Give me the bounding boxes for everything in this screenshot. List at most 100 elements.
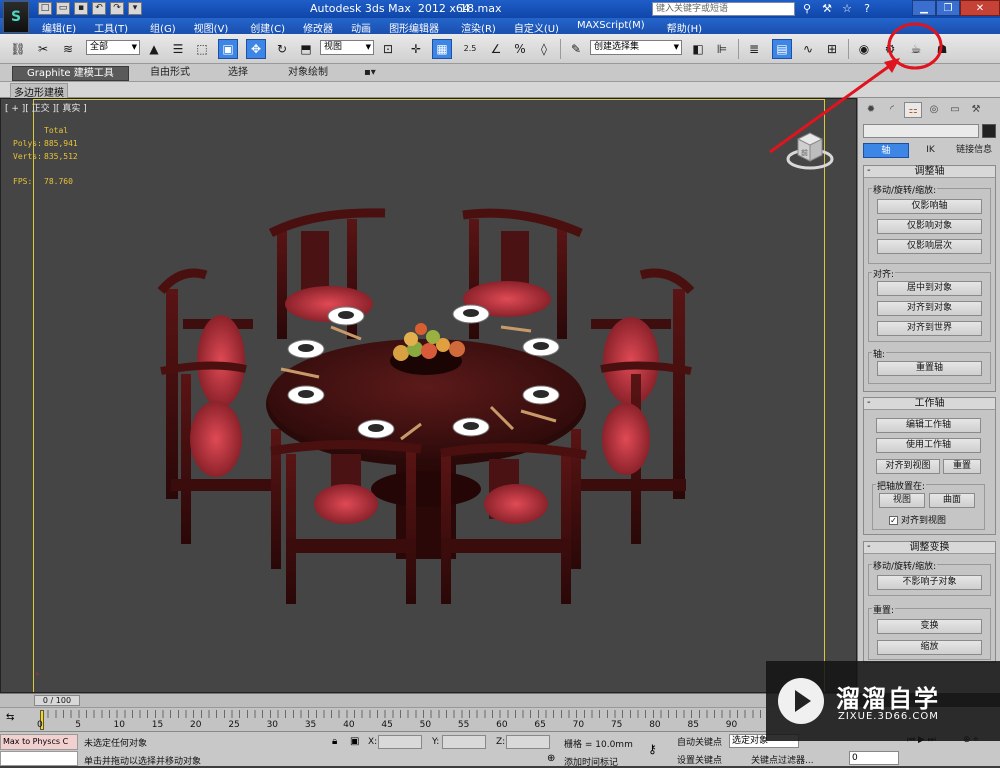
align-to-view-button[interactable]: 对齐到视图 — [876, 459, 940, 474]
bind-space-warp-icon[interactable]: ≋ — [58, 39, 78, 59]
affect-pivot-only-button[interactable]: 仅影响轴 — [877, 199, 982, 214]
y-coordinate-field[interactable] — [442, 735, 486, 749]
ribbon-options-icon[interactable]: ▪▾ — [364, 66, 376, 81]
rollout-adjust-pivot-title[interactable]: 调整轴 — [864, 165, 995, 178]
modify-panel-icon[interactable]: ◜ — [883, 102, 901, 118]
menu-maxscript[interactable]: MAXScript(M) — [577, 20, 645, 35]
layer-manager-icon[interactable]: ≣ — [744, 39, 764, 59]
menu-edit[interactable]: 编辑(E) — [42, 20, 76, 35]
object-color-swatch[interactable] — [982, 124, 996, 138]
rollout-adjust-transform-title[interactable]: 调整变换 — [864, 541, 995, 554]
use-pivot-center-icon[interactable]: ⊡ — [378, 39, 398, 59]
affect-hierarchy-only-button[interactable]: 仅影响层次 — [877, 239, 982, 254]
percent-snap-icon[interactable]: % — [510, 39, 530, 59]
menu-views[interactable]: 视图(V) — [194, 20, 229, 35]
key-filters-button[interactable]: 关键点过滤器... — [751, 753, 814, 766]
set-key-label[interactable]: 设置关键点 — [677, 753, 722, 766]
schematic-view-icon[interactable]: ⊞ — [822, 39, 842, 59]
menu-graph-editors[interactable]: 图形编辑器 — [389, 20, 439, 35]
subscription-icon[interactable]: ⚒ — [820, 2, 834, 16]
spinner-snap-icon[interactable]: ◊ — [534, 39, 554, 59]
time-tag-icon[interactable]: ⊕ — [547, 753, 555, 764]
rollout-working-pivot-title[interactable]: 工作轴 — [864, 397, 995, 410]
select-and-rotate-icon[interactable]: ↻ — [272, 39, 292, 59]
named-selection-dropdown[interactable]: 创建选择集 — [590, 40, 682, 55]
use-working-pivot-button[interactable]: 使用工作轴 — [876, 438, 981, 453]
reset-pivot-button[interactable]: 重置轴 — [877, 361, 982, 376]
mirror-icon[interactable]: ◧ — [688, 39, 708, 59]
tab-freeform[interactable]: 自由形式 — [150, 66, 190, 81]
tab-object-paint[interactable]: 对象绘制 — [288, 66, 328, 81]
curve-editor-icon[interactable]: ∿ — [798, 39, 818, 59]
menu-create[interactable]: 创建(C) — [250, 20, 285, 35]
redo-icon[interactable]: ↷ — [110, 2, 124, 15]
rectangle-selection-icon[interactable]: ⬚ — [192, 39, 212, 59]
select-and-manipulate-icon[interactable]: ✛ — [406, 39, 426, 59]
graphite-modeling-tools-icon[interactable]: ▤ — [772, 39, 792, 59]
help-icon[interactable]: ? — [860, 2, 874, 16]
new-file-icon[interactable]: □ — [38, 2, 52, 15]
menu-group[interactable]: 组(G) — [150, 20, 176, 35]
dont-affect-children-button[interactable]: 不影响子对象 — [877, 575, 982, 590]
select-and-scale-icon[interactable]: ⬒ — [296, 39, 316, 59]
center-to-object-button[interactable]: 居中到对象 — [877, 281, 982, 296]
rendered-frame-window-icon[interactable]: ☕ — [906, 39, 926, 59]
maximize-button[interactable]: ❐ — [936, 0, 960, 16]
lock-selection-icon[interactable]: 🔒︎ — [332, 736, 337, 747]
tab-graphite-modeling[interactable]: Graphite 建模工具 — [12, 66, 129, 81]
absolute-mode-icon[interactable]: ▣ — [350, 736, 359, 747]
subtab-ik[interactable]: IK — [909, 143, 953, 158]
align-icon[interactable]: ⊫ — [712, 39, 732, 59]
perspective-viewport[interactable]: [ + ][ 正交 ][ 真实 ] Total Polys: 885,941 V… — [0, 98, 857, 693]
current-frame-field[interactable]: 0 — [849, 751, 899, 765]
time-slider[interactable]: 0 / 100 — [0, 693, 857, 707]
select-object-icon[interactable]: ▲ — [144, 39, 164, 59]
star-icon[interactable]: ☆ — [840, 2, 854, 16]
maxscript-listener[interactable]: Max to Physcs C — [0, 734, 78, 750]
mini-curve-editor-icon[interactable]: ⇆ — [6, 712, 14, 723]
menu-modifiers[interactable]: 修改器 — [303, 20, 333, 35]
menu-customize[interactable]: 自定义(U) — [514, 20, 559, 35]
trackbar[interactable]: ⇆ 0 5 10 15 20 25 30 35 40 45 50 55 60 65 70 75 80 85 90 — [0, 707, 767, 731]
create-panel-icon[interactable]: ✹ — [862, 102, 880, 118]
add-time-tag-button[interactable]: 添加时间标记 — [564, 755, 618, 768]
affect-object-only-button[interactable]: 仅影响对象 — [877, 219, 982, 234]
angle-snap-icon[interactable]: ∠ — [486, 39, 506, 59]
binoculars-icon[interactable]: ⚲ — [800, 2, 814, 16]
x-coordinate-field[interactable] — [378, 735, 422, 749]
project-folder-icon[interactable]: ▾ — [128, 2, 142, 15]
selection-filter-dropdown[interactable]: 全部 — [86, 40, 140, 55]
window-crossing-icon[interactable]: ▣ — [218, 39, 238, 59]
z-coordinate-field[interactable] — [506, 735, 550, 749]
place-on-surface-button[interactable]: 曲面 — [929, 493, 975, 508]
align-to-view-checkbox[interactable]: ✓ 对齐到视图 — [889, 513, 946, 526]
edit-working-pivot-button[interactable]: 编辑工作轴 — [876, 418, 981, 433]
unlink-icon[interactable]: ✂ — [33, 39, 53, 59]
application-button[interactable]: S — [3, 1, 29, 33]
menu-help[interactable]: 帮助(H) — [667, 20, 702, 35]
render-production-icon[interactable]: ☗ — [932, 39, 952, 59]
save-file-icon[interactable]: ▪ — [74, 2, 88, 15]
search-input[interactable]: 键入关键字或短语 — [652, 2, 795, 16]
subtab-pivot[interactable]: 轴 — [863, 143, 909, 158]
scene-table-and-chairs[interactable] — [1, 99, 857, 693]
object-name-field[interactable] — [863, 124, 979, 138]
display-panel-icon[interactable]: ▭ — [946, 102, 964, 118]
render-setup-icon[interactable]: ⚙ — [880, 39, 900, 59]
select-and-link-icon[interactable]: ⛓ — [8, 39, 28, 59]
reference-coordinate-dropdown[interactable]: 视图 — [320, 40, 374, 55]
maxscript-listener-output[interactable] — [0, 751, 78, 766]
tab-selection[interactable]: 选择 — [228, 66, 248, 81]
close-button[interactable]: ✕ — [960, 0, 1000, 16]
open-file-icon[interactable]: ▭ — [56, 2, 70, 15]
place-on-view-button[interactable]: 视图 — [879, 493, 925, 508]
snaps-toggle-icon[interactable]: 2.5 — [460, 39, 480, 59]
menu-rendering[interactable]: 渲染(R) — [461, 20, 496, 35]
auto-key-label[interactable]: 自动关键点 — [677, 735, 722, 748]
subtab-link-info[interactable]: 链接信息 — [952, 143, 996, 158]
time-slider-thumb[interactable]: 0 / 100 — [34, 695, 80, 706]
menu-tools[interactable]: 工具(T) — [94, 20, 128, 35]
menu-animation[interactable]: 动画 — [351, 20, 371, 35]
reset-scale-button[interactable]: 缩放 — [877, 640, 982, 655]
reset-working-pivot-button[interactable]: 重置 — [943, 459, 981, 474]
